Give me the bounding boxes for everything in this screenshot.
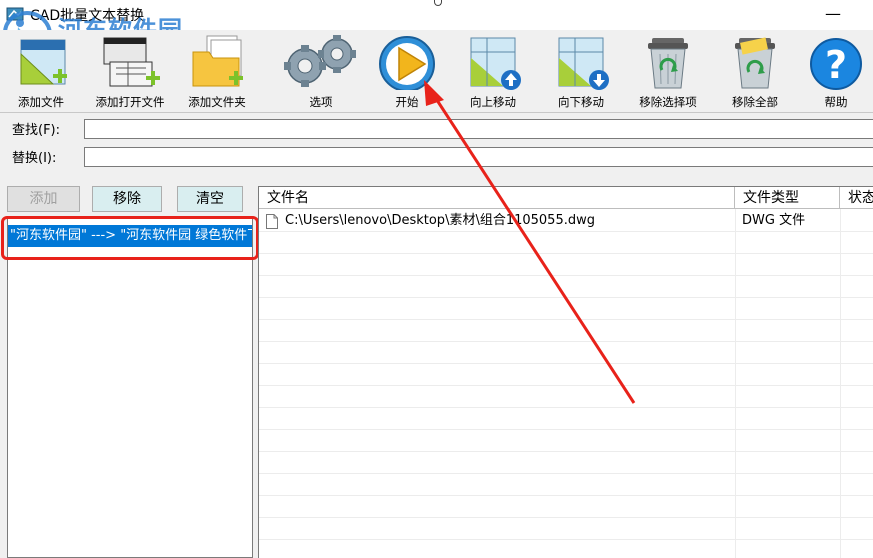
add-file-icon xyxy=(20,39,67,85)
file-icon xyxy=(266,214,278,229)
remove-selected-button[interactable]: 移除选择项 xyxy=(626,34,710,110)
row-divider xyxy=(259,341,873,342)
file-name-cell[interactable]: C:\Users\lenovo\Desktop\素材\组合1105055.dwg xyxy=(285,210,595,232)
row-divider xyxy=(259,297,873,298)
column-header-filetype[interactable]: 文件类型 xyxy=(735,187,840,209)
toolbar-label: 向上移动 xyxy=(470,95,516,109)
title-bar-mark xyxy=(434,0,442,6)
options-button[interactable]: 选项 xyxy=(276,34,366,110)
recycle-bin-icon xyxy=(735,37,775,89)
rule-item[interactable]: "河东软件园" ---> "河东软件园 绿色软件下载" xyxy=(8,225,252,247)
toolbar-label: 移除全部 xyxy=(732,95,778,109)
replace-input[interactable] xyxy=(84,147,873,167)
row-divider xyxy=(259,363,873,364)
remove-rule-button[interactable]: 移除 xyxy=(92,186,162,212)
add-folder-icon xyxy=(192,35,243,87)
row-divider xyxy=(259,429,873,430)
row-divider xyxy=(259,319,873,320)
row-divider xyxy=(259,451,873,452)
row-divider xyxy=(259,407,873,408)
add-open-file-button[interactable]: 添加打开文件 xyxy=(84,34,176,110)
play-icon xyxy=(379,36,435,90)
svg-text:?: ? xyxy=(825,43,847,87)
add-file-button[interactable]: 添加文件 xyxy=(6,34,76,110)
app-icon xyxy=(6,7,24,21)
move-up-button[interactable]: 向上移动 xyxy=(456,34,530,110)
column-header-filename[interactable]: 文件名 xyxy=(259,187,735,209)
start-button[interactable]: 开始 xyxy=(370,34,444,110)
title-bar: CAD批量文本替换 — xyxy=(0,0,873,30)
move-up-icon xyxy=(470,37,521,90)
add-rule-button[interactable]: 添加 xyxy=(7,186,80,212)
file-type-cell: DWG 文件 xyxy=(742,213,806,228)
toolbar-label: 开始 xyxy=(395,95,419,109)
move-down-button[interactable]: 向下移动 xyxy=(544,34,618,110)
rule-list[interactable]: "河东软件园" ---> "河东软件园 绿色软件下载" xyxy=(7,216,253,558)
minimize-button[interactable]: — xyxy=(818,2,848,26)
row-divider xyxy=(259,473,873,474)
toolbar-label: 选项 xyxy=(309,95,333,109)
row-divider xyxy=(259,495,873,496)
toolbar-label: 帮助 xyxy=(824,95,848,109)
row-divider xyxy=(259,385,873,386)
toolbar-label: 向下移动 xyxy=(558,95,604,109)
help-icon: ? xyxy=(810,38,862,90)
add-folder-button[interactable]: 添加文件夹 xyxy=(178,34,256,110)
column-divider xyxy=(840,209,841,558)
toolbar-label: 添加打开文件 xyxy=(95,95,165,109)
column-divider xyxy=(735,209,736,558)
help-button[interactable]: ? 帮助 xyxy=(806,34,866,110)
window-title: CAD批量文本替换 xyxy=(30,8,145,24)
find-label: 查找(F): xyxy=(12,123,61,138)
find-replace-area: 查找(F): 替换(I): xyxy=(0,112,873,172)
move-down-icon xyxy=(558,37,609,90)
find-input[interactable] xyxy=(84,119,873,139)
toolbar-label: 移除选择项 xyxy=(639,95,697,109)
row-divider xyxy=(259,253,873,254)
file-table[interactable]: 文件名 文件类型 状态 C:\Users\lenovo\Desktop\素材\组… xyxy=(258,186,873,558)
row-divider xyxy=(259,517,873,518)
replace-label: 替换(I): xyxy=(12,151,57,166)
recycle-bin-icon xyxy=(648,38,688,89)
row-divider xyxy=(259,539,873,540)
toolbar: 添加文件 添加打开文件 添加文件夹 选项 开始 向上移动 向下移动 移除选择项 … xyxy=(0,30,873,110)
toolbar-label: 添加文件夹 xyxy=(188,95,246,109)
remove-all-button[interactable]: 移除全部 xyxy=(718,34,792,110)
clear-rules-button[interactable]: 清空 xyxy=(177,186,243,212)
gears-icon xyxy=(284,35,356,87)
row-divider xyxy=(259,275,873,276)
add-open-file-icon xyxy=(103,37,160,87)
toolbar-label: 添加文件 xyxy=(18,95,64,109)
column-header-status[interactable]: 状态 xyxy=(840,187,873,209)
